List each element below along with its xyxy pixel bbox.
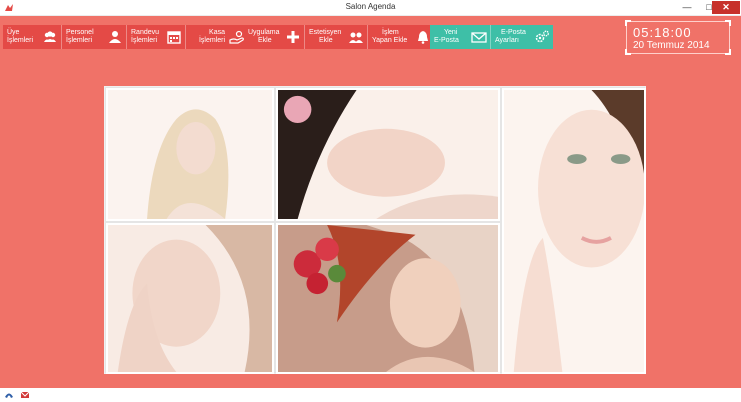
button-label-line1: Estetisyen [309, 29, 342, 36]
button-label-line2: Ekle [319, 37, 333, 44]
clock-corner [625, 49, 631, 55]
button-label-line2: Ayarları [495, 37, 519, 44]
button-label-line1: E-Posta [501, 29, 526, 36]
add-operator-button[interactable]: İşlem Yapan Ekle [368, 25, 434, 49]
user-icon [109, 31, 121, 43]
photo-woman-with-flowers [276, 223, 500, 374]
cash-operations-button[interactable]: Kasa İşlemleri [186, 25, 248, 49]
add-users-icon [349, 32, 363, 43]
photo-blonde-woman [106, 88, 274, 221]
button-label-line1: Randevu [131, 29, 160, 36]
button-label-line1: Personel [66, 29, 94, 36]
close-button[interactable]: ✕ [712, 1, 740, 14]
add-application-button[interactable]: Uygulama Ekle [244, 25, 305, 49]
window-title: Salon Agenda [345, 2, 396, 11]
envelope-icon [471, 32, 487, 43]
clock-date: 20 Temmuz 2014 [633, 40, 710, 51]
minimize-button[interactable]: — [676, 1, 698, 14]
button-label-line2: E-Posta [434, 37, 459, 44]
plus-icon [287, 31, 299, 43]
photo-woman-chin-rest [106, 223, 274, 374]
email-settings-button[interactable]: E-Posta Ayarları [491, 25, 553, 49]
photo-collage [104, 86, 646, 374]
photo-woman-hand-on-face [502, 88, 646, 374]
member-operations-group: Üye İşlemleri Personel İşlemleri Randevu İş… [3, 25, 248, 49]
main-area: Üye İşlemleri Personel İşlemleri Randevu İş… [0, 16, 741, 388]
button-label-line1: Kasa [209, 29, 225, 36]
button-label-line2: İşlemleri [131, 37, 158, 44]
button-label-line2: İşlemleri [66, 37, 93, 44]
button-label-line1: Uygulama [248, 29, 280, 36]
hand-money-icon [229, 30, 244, 44]
button-label-line2: İşlemleri [7, 37, 34, 44]
button-label-line1: Üye [7, 29, 20, 36]
button-label-line2: Yapan Ekle [372, 37, 408, 44]
calendar-icon [167, 31, 181, 44]
clock-time: 05:18:00 [633, 25, 692, 40]
button-label-line1: İşlem [382, 29, 399, 36]
appointment-operations-button[interactable]: Randevu İşlemleri [127, 25, 186, 49]
mail-icon[interactable] [20, 390, 30, 400]
new-email-button[interactable]: Yeni E-Posta [430, 25, 491, 49]
add-aesthetician-button[interactable]: Estetisyen Ekle [305, 25, 368, 49]
clock-corner [725, 20, 731, 26]
clock-corner [725, 49, 731, 55]
button-label-line1: Yeni [444, 29, 458, 36]
status-bar [0, 388, 741, 402]
clock-panel: 05:18:00 20 Temmuz 2014 [625, 20, 731, 55]
title-bar: Salon Agenda — □ ✕ [0, 0, 741, 16]
email-group: Yeni E-Posta E-Posta Ayarları [430, 25, 553, 49]
users-icon [44, 31, 56, 42]
clock-corner [625, 20, 631, 26]
photo-relaxing-woman [276, 88, 500, 221]
member-operations-button[interactable]: Üye İşlemleri [3, 25, 62, 49]
bell-icon [418, 31, 428, 44]
button-label-line2: İşlemleri [198, 37, 225, 44]
button-label-line2: Ekle [258, 37, 272, 44]
phone-icon[interactable] [4, 390, 14, 400]
staff-operations-button[interactable]: Personel İşlemleri [62, 25, 127, 49]
add-items-group: Uygulama Ekle Estetisyen Ekle İşlem Yapan E… [244, 25, 434, 49]
gears-icon [535, 30, 549, 43]
